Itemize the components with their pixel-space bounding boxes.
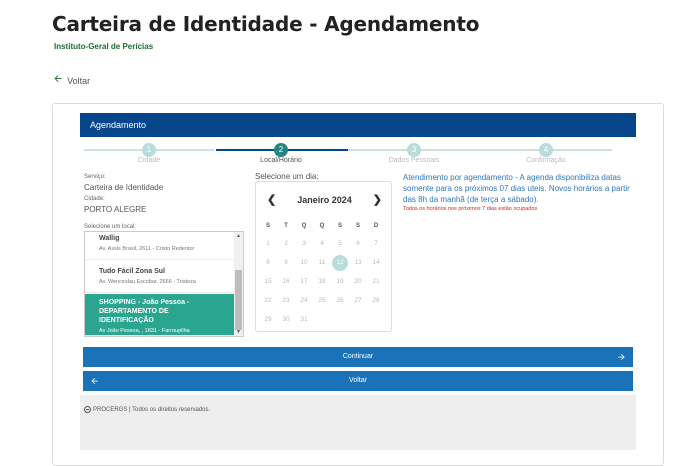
continue-button[interactable]: Continuar 🡪 <box>83 347 633 367</box>
back-link-label: Voltar <box>67 75 91 86</box>
calendar-day[interactable]: 27 <box>350 293 366 309</box>
calendar-day[interactable]: 14 <box>368 255 384 271</box>
calendar-day[interactable]: 19 <box>332 274 348 290</box>
calendar-day[interactable]: 8 <box>260 255 276 271</box>
calendar-weekday: S <box>265 223 270 229</box>
schedule-warning: Todos os horários nos próximos 7 dias es… <box>403 206 538 212</box>
calendar-day[interactable]: 16 <box>278 274 294 290</box>
calendar-day[interactable]: 10 <box>296 255 312 271</box>
step-1-label: Cidade <box>137 157 161 164</box>
location-item-shopping-joao-pessoa[interactable]: SHOPPING - João Pessoa - DEPARTAMENTO DE… <box>85 294 236 336</box>
scroll-thumb[interactable] <box>235 270 242 330</box>
calendar-day[interactable]: 17 <box>296 274 312 290</box>
calendar-day[interactable]: 3 <box>296 236 312 252</box>
calendar-day[interactable]: 6 <box>350 236 366 252</box>
location-list-scrollbar[interactable]: ▲ ▼ <box>234 232 243 336</box>
location-name: SHOPPING - João Pessoa - DEPARTAMENTO DE… <box>99 299 190 324</box>
location-item-wallig[interactable]: Wallig Av. Assis Brasil, 2611 - Cristo R… <box>85 232 236 260</box>
calendar-weekday: Q <box>301 223 307 229</box>
calendar-weekday: D <box>373 223 379 229</box>
location-item-tudo-facil[interactable]: Tudo Fácil Zona Sul Av. Wenceslau Escoba… <box>85 263 236 293</box>
calendar-day[interactable]: 7 <box>368 236 384 252</box>
calendar-day[interactable]: 28 <box>368 293 384 309</box>
step-2-label: Local/Horário <box>260 157 302 164</box>
page-subtitle: Instituto-Geral de Perícias <box>54 42 154 51</box>
calendar-day[interactable]: 29 <box>260 312 276 328</box>
calendar-day[interactable]: 22 <box>260 293 276 309</box>
service-label: Serviço: <box>84 174 106 180</box>
calendar-day[interactable]: 30 <box>278 312 294 328</box>
procergs-logo-icon <box>84 406 91 413</box>
city-value: PORTO ALEGRE <box>84 205 147 214</box>
calendar-day[interactable]: 11 <box>314 255 330 271</box>
step-4-circle: 4 <box>539 143 553 157</box>
arrow-left-icon: 🡨 <box>91 376 99 386</box>
calendar-day[interactable]: 23 <box>278 293 294 309</box>
scroll-down-icon[interactable]: ▼ <box>234 328 243 336</box>
step-4-label: Confirmação <box>526 157 566 164</box>
calendar-weekday: T <box>284 223 288 229</box>
panel-header: Agendamento <box>80 113 636 137</box>
calendar-day[interactable]: 12 <box>332 255 348 271</box>
calendar-day[interactable]: 1 <box>260 236 276 252</box>
footer: PROCERGS | Todos os direitos reservados. <box>84 406 210 413</box>
calendar-day[interactable]: 21 <box>368 274 384 290</box>
location-address: Av. Assis Brasil, 2611 - Cristo Redentor <box>99 246 195 252</box>
calendar-day[interactable]: 9 <box>278 255 294 271</box>
continue-button-label: Continuar <box>342 353 374 360</box>
location-name: Wallig <box>99 235 120 242</box>
chevron-right-icon[interactable]: ❯ <box>373 193 382 206</box>
page-title: Carteira de Identidade - Agendamento <box>52 12 480 36</box>
calendar-label: Selecione um dia: <box>255 172 319 181</box>
back-link[interactable]: 🡨 Voltar <box>54 72 90 89</box>
step-2-circle: 2 <box>274 143 288 157</box>
step-1-circle: 1 <box>142 143 156 157</box>
location-list[interactable]: Wallig Av. Assis Brasil, 2611 - Cristo R… <box>84 231 244 337</box>
calendar-header: ❮ Janeiro 2024 ❯ <box>256 193 393 207</box>
calendar-day[interactable]: 20 <box>350 274 366 290</box>
service-value: Carteira de Identidade <box>84 183 164 192</box>
calendar-weekday: Q <box>319 223 325 229</box>
arrow-left-icon: 🡨 <box>54 74 63 85</box>
calendar-day[interactable]: 4 <box>314 236 330 252</box>
location-address: Av João Pessoa, , 1831 - Farroupilha <box>99 328 190 334</box>
back-button[interactable]: 🡨 Voltar <box>83 371 633 391</box>
schedule-notice: Atendimento por agendamento - A agenda d… <box>403 173 630 204</box>
location-address: Av. Wenceslau Escobar, 2666 - Tristeza <box>99 279 196 285</box>
calendar-day[interactable]: 18 <box>314 274 330 290</box>
calendar-weekday: S <box>355 223 360 229</box>
calendar-day[interactable]: 5 <box>332 236 348 252</box>
calendar-day[interactable]: 24 <box>296 293 312 309</box>
calendar-day[interactable]: 13 <box>350 255 366 271</box>
scroll-up-icon[interactable]: ▲ <box>234 232 243 240</box>
city-label: Cidade: <box>84 196 105 202</box>
arrow-right-icon: 🡪 <box>617 352 625 362</box>
location-name: Tudo Fácil Zona Sul <box>99 268 165 275</box>
footer-text: PROCERGS | Todos os direitos reservados. <box>93 406 211 413</box>
calendar-day[interactable]: 25 <box>314 293 330 309</box>
calendar-weekday: S <box>337 223 342 229</box>
calendar: ❮ Janeiro 2024 ❯ S T Q Q S S D 1 2 3 4 5 6 7 8 9 10 11 12 1… <box>255 181 392 332</box>
back-button-label: Voltar <box>349 377 367 384</box>
step-3-circle: 3 <box>407 143 421 157</box>
calendar-day[interactable]: 26 <box>332 293 348 309</box>
location-select-label: Selecione um local: <box>84 224 137 230</box>
step-3-label: Dados Pessoais <box>388 157 440 164</box>
calendar-day[interactable]: 15 <box>260 274 276 290</box>
calendar-day[interactable]: 2 <box>278 236 294 252</box>
calendar-day[interactable]: 31 <box>296 312 312 328</box>
